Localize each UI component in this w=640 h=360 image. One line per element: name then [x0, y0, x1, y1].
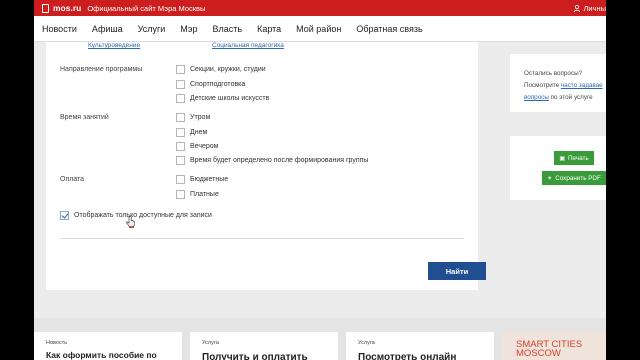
card-kicker: Услуга — [358, 340, 375, 346]
program-direction-label: Направление программы — [60, 66, 143, 73]
nav-item-afisha[interactable]: Афиша — [92, 24, 123, 34]
checkbox[interactable] — [176, 156, 185, 165]
card-kicker: Услуга — [202, 340, 219, 346]
option-sections[interactable]: Секции, кружки, студии — [176, 65, 266, 74]
related-cards-area: Новость Как оформить пособие по Услуга П… — [34, 318, 606, 360]
checkbox[interactable] — [176, 65, 185, 74]
option-evening[interactable]: Вечером — [176, 142, 218, 151]
card-headline: Посмотреть онлайн — [358, 352, 457, 360]
nav-item-my-district[interactable]: Мой район — [296, 24, 341, 34]
option-budget[interactable]: Бюджетные — [176, 175, 228, 184]
printer-icon: ▣ — [559, 155, 566, 162]
checkbox[interactable] — [176, 190, 185, 199]
checkbox[interactable] — [176, 113, 185, 122]
card-news[interactable]: Новость Как оформить пособие по — [34, 332, 182, 360]
time-label: Время занятий — [60, 114, 109, 121]
checkbox[interactable] — [176, 94, 185, 103]
help-block: Остались вопросы? Посмотрите часто задав… — [510, 54, 606, 112]
site-logo[interactable]: mos.ru — [42, 3, 87, 13]
top-bar: mos.ru Официальный сайт Мэра Москвы Личн… — [34, 0, 606, 16]
site-name[interactable]: mos.ru — [53, 3, 81, 13]
link-culturology[interactable]: Культуроведение — [88, 42, 140, 49]
checkbox[interactable] — [176, 175, 185, 184]
option-available-only[interactable]: Отображать только доступные для записи — [60, 211, 212, 220]
previous-options-row: Культуроведение Социальная педагогика — [46, 42, 478, 52]
card-service-1[interactable]: Услуга Получить и оплатить — [190, 332, 338, 360]
help-line-2: Посмотрите часто задавае — [524, 82, 603, 89]
nav-item-map[interactable]: Карта — [257, 24, 281, 34]
smart-cities-title: SMART CITIES MOSCOW — [516, 339, 583, 359]
option-paid[interactable]: Платные — [176, 190, 219, 199]
card-headline: Получить и оплатить — [202, 352, 308, 360]
pointer-hand-icon — [126, 216, 135, 228]
help-question: Остались вопросы? — [524, 70, 583, 77]
checkbox[interactable] — [176, 128, 185, 137]
print-button[interactable]: ▣ Печать — [554, 151, 594, 165]
checkbox[interactable] — [176, 142, 185, 151]
checkbox-checked[interactable] — [60, 211, 69, 220]
logo-icon — [42, 3, 49, 13]
filter-panel: Культуроведение Социальная педагогика На… — [46, 42, 486, 290]
main-navigation: Новости Афиша Услуги Мэр Власть Карта Мо… — [34, 16, 606, 42]
user-account-link[interactable]: Личны — [574, 4, 606, 13]
checkbox[interactable] — [176, 80, 185, 89]
user-account-label: Личны — [583, 3, 606, 13]
divider — [60, 238, 464, 239]
nav-item-government[interactable]: Власть — [213, 24, 243, 34]
user-icon — [574, 4, 581, 12]
option-time-tbd[interactable]: Время будет определено после формировани… — [176, 156, 368, 165]
main-content: Культуроведение Социальная педагогика На… — [34, 42, 606, 310]
nav-item-mayor[interactable]: Мэр — [180, 24, 197, 34]
card-kicker: Новость — [46, 340, 68, 346]
option-art-schools[interactable]: Детские школы искусств — [176, 94, 269, 103]
faq-link[interactable]: часто задавае — [561, 82, 603, 89]
save-pdf-button[interactable]: ✦ Сохранить PDF — [542, 171, 606, 185]
smart-cities-banner[interactable]: SMART CITIES MOSCOW — [502, 332, 606, 360]
option-sport-training[interactable]: Спортподготовка — [176, 80, 245, 89]
nav-item-news[interactable]: Новости — [42, 24, 77, 34]
nav-item-feedback[interactable]: Обратная связь — [356, 24, 422, 34]
site-tagline: Официальный сайт Мэра Москвы — [87, 3, 206, 13]
option-day[interactable]: Днем — [176, 128, 207, 137]
option-morning[interactable]: Утром — [176, 113, 210, 122]
link-social-pedagogy[interactable]: Социальная педагогика — [212, 42, 284, 49]
actions-block: ▣ Печать ✦ Сохранить PDF — [510, 136, 606, 200]
payment-label: Оплата — [60, 176, 85, 183]
faq-link-continued[interactable]: вопросы — [524, 94, 549, 101]
nav-item-services[interactable]: Услуги — [138, 24, 166, 34]
save-icon: ✦ — [547, 175, 553, 182]
card-service-2[interactable]: Услуга Посмотреть онлайн — [346, 332, 494, 360]
browser-viewport: mos.ru Официальный сайт Мэра Москвы Личн… — [34, 0, 606, 360]
find-button[interactable]: Найти — [428, 262, 486, 280]
card-headline: Как оформить пособие по — [46, 350, 157, 360]
help-line-3: вопросы по этой услуге — [524, 94, 593, 101]
